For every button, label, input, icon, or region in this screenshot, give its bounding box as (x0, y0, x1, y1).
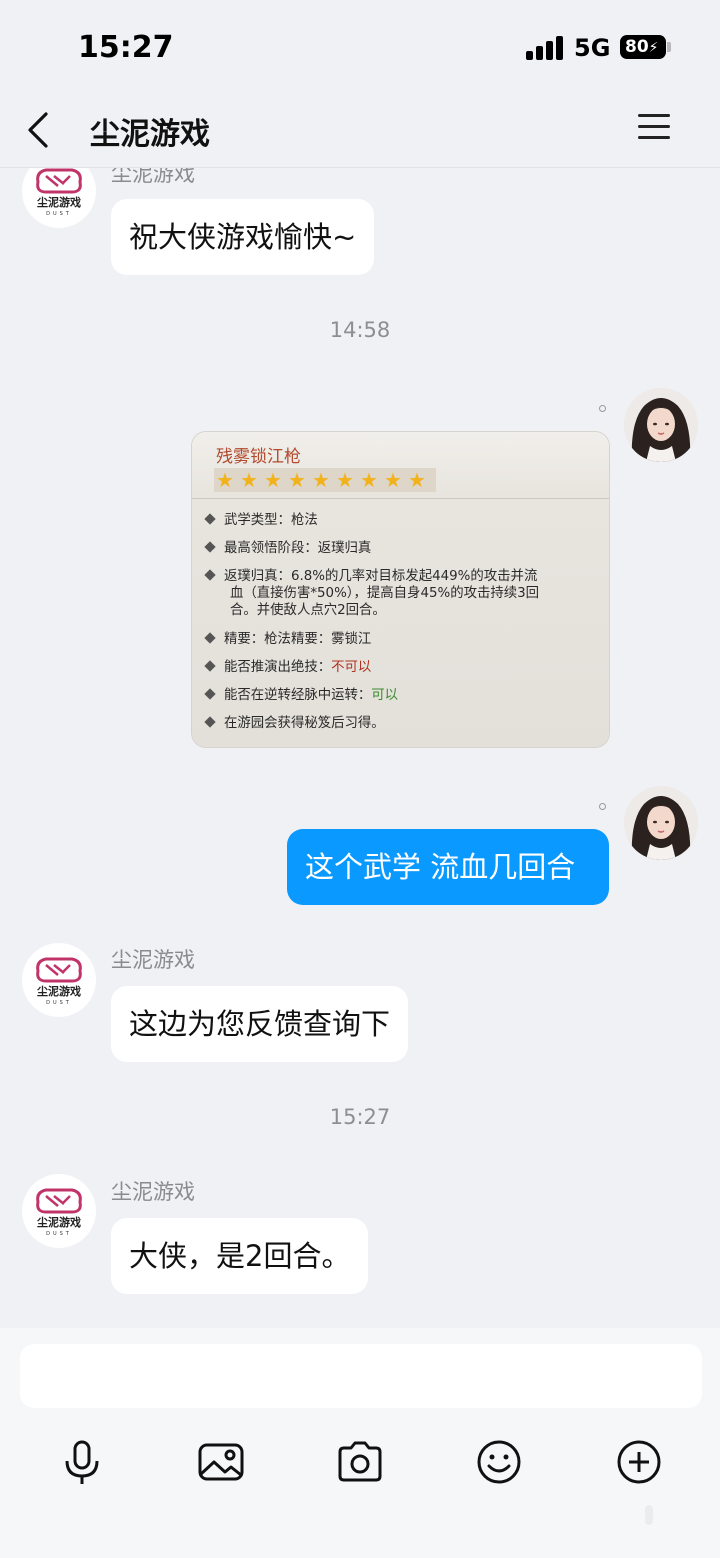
input-area (0, 1328, 720, 1558)
card-line: 武学类型：枪法 (204, 513, 318, 528)
image-button[interactable] (193, 1434, 249, 1490)
signal-icon (526, 36, 564, 60)
shared-image-card[interactable]: 残雾锁江枪 ★ ★ ★ ★ ★ ★ ★ ★ ★ 武学类型：枪法 最高领悟阶段：返璞归真 返璞归真… (192, 432, 609, 747)
list-item: 尘泥游戏 DUST 尘泥游戏 祝大侠游戏愉快~ (0, 168, 720, 278)
more-button[interactable] (611, 1434, 667, 1490)
camera-button[interactable] (332, 1434, 388, 1490)
card-line: 能否在逆转经脉中运转：可以 (204, 688, 398, 703)
sender-name: 尘泥游戏 (111, 168, 195, 186)
battery-level: 80 (625, 37, 649, 57)
card-line: 能否推演出绝技：不可以 (204, 660, 371, 675)
page-title: 尘泥游戏 (90, 117, 210, 152)
read-status-icon (599, 803, 606, 810)
message-input[interactable] (20, 1344, 702, 1408)
image-icon (198, 1443, 244, 1481)
status-bar: 15:27 5G 80⚡ (0, 0, 720, 96)
dust-logo-icon: 尘泥游戏 DUST (36, 168, 82, 217)
dust-logo-icon: 尘泥游戏 DUST (36, 957, 82, 1006)
plus-circle-icon (617, 1440, 661, 1484)
timestamp: 15:27 (329, 1105, 391, 1129)
home-indicator (645, 1505, 653, 1525)
hamburger-menu-icon (638, 114, 670, 117)
read-status-icon (599, 405, 606, 412)
logo-subtext: DUST (46, 1231, 72, 1237)
status-time: 15:27 (78, 30, 174, 65)
divider (192, 498, 609, 499)
card-line-cont: 合。并使敌人点穴2回合。 (230, 603, 386, 618)
battery-icon: 80⚡ (620, 35, 666, 59)
battery-tip (667, 42, 671, 52)
menu-button[interactable] (634, 108, 678, 148)
logo-subtext: DUST (46, 211, 72, 217)
star-rating: ★ ★ ★ ★ ★ ★ ★ ★ ★ (214, 468, 436, 492)
message-bubble[interactable]: 这个武学 流血几回合 (287, 829, 609, 905)
logo-subtext: DUST (46, 1000, 72, 1006)
dust-logo-icon: 尘泥游戏 DUST (36, 1188, 82, 1237)
back-button[interactable] (22, 106, 62, 154)
card-line: 最高领悟阶段：返璞归真 (204, 541, 371, 556)
emoji-button[interactable] (471, 1434, 527, 1490)
emoji-icon (477, 1440, 521, 1484)
timestamp: 14:58 (329, 318, 391, 342)
sender-name: 尘泥游戏 (111, 948, 195, 972)
logo-text: 尘泥游戏 (37, 984, 81, 998)
avatar[interactable] (624, 786, 698, 860)
logo-text: 尘泥游戏 (37, 1215, 81, 1229)
avatar[interactable]: 尘泥游戏 DUST (22, 168, 96, 228)
message-bubble[interactable]: 这边为您反馈查询下 (111, 986, 409, 1062)
logo-text: 尘泥游戏 (37, 195, 81, 209)
voice-button[interactable] (54, 1434, 110, 1490)
card-line-cont: 血（直接伤害*50%），提高自身45%的攻击持续3回 (230, 586, 540, 601)
card-line: 在游园会获得秘笈后习得。 (204, 716, 385, 731)
avatar[interactable]: 尘泥游戏 DUST (22, 1174, 96, 1248)
chevron-left-icon (28, 112, 48, 148)
chat-list[interactable]: 尘泥游戏 DUST 尘泥游戏 祝大侠游戏愉快~ 14:58 残雾锁江枪 ★ ★ ★ ★… (0, 168, 720, 1328)
card-line: 精要：枪法精要：雾锁江 (204, 632, 371, 647)
user-avatar-icon (624, 786, 698, 860)
chat-header: 尘泥游戏 (0, 96, 720, 168)
card-title: 残雾锁江枪 (216, 447, 301, 467)
microphone-icon (65, 1440, 99, 1484)
avatar[interactable] (624, 388, 698, 462)
message-bubble[interactable]: 大侠，是2回合。 (111, 1218, 369, 1294)
card-line: 返璞归真：6.8%的几率对目标发起449%的攻击并流 (204, 569, 537, 584)
sender-name: 尘泥游戏 (111, 1180, 195, 1204)
network-type: 5G (574, 34, 611, 62)
message-bubble[interactable]: 祝大侠游戏愉快~ (111, 199, 375, 275)
avatar[interactable]: 尘泥游戏 DUST (22, 943, 96, 1017)
user-avatar-icon (624, 388, 698, 462)
camera-icon (338, 1441, 382, 1482)
